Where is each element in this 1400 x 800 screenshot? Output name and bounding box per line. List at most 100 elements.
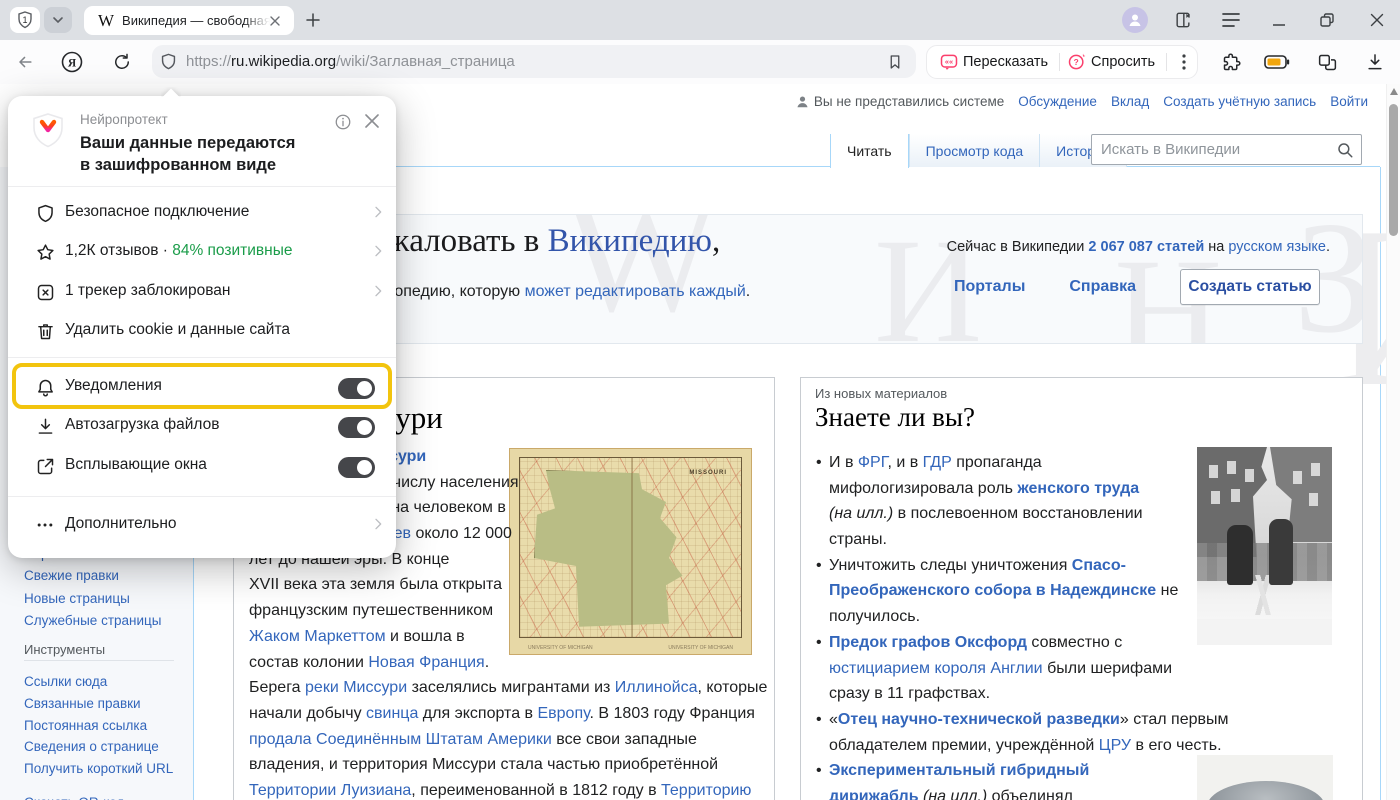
- downloads-icon[interactable]: [1362, 49, 1388, 75]
- sidebar-link[interactable]: Новые страницы: [24, 591, 182, 607]
- portals-link[interactable]: Порталы: [954, 278, 1025, 296]
- wiki-link[interactable]: может редактировать каждый: [525, 283, 746, 300]
- wiki-link[interactable]: Иллинойса: [615, 679, 698, 696]
- scroll-up-arrow[interactable]: [1390, 88, 1398, 95]
- ask-button[interactable]: Спросить: [1091, 54, 1155, 70]
- article-line: продала Соединённым Штатам Америки все с…: [249, 727, 767, 753]
- bookmarks-panel-icon[interactable]: [1170, 7, 1196, 33]
- menu-icon[interactable]: [1218, 7, 1244, 33]
- wikipedia-link[interactable]: Википедию: [548, 223, 712, 259]
- create-article-button[interactable]: Создать статью: [1180, 269, 1320, 305]
- wiki-link[interactable]: Европу: [537, 705, 589, 722]
- wiki-link[interactable]: Экспериментальный гибридный: [829, 762, 1089, 779]
- maximize-button[interactable]: [1314, 7, 1340, 33]
- sidebar-link[interactable]: Постоянная ссылка: [24, 718, 182, 734]
- summarize-button[interactable]: Пересказать: [963, 54, 1048, 70]
- tab-close-icon[interactable]: [270, 16, 280, 26]
- sidebar-link[interactable]: Служебные страницы: [24, 613, 182, 629]
- article-line: XVII века эта земля была открыта: [249, 572, 767, 598]
- reload-button[interactable]: [109, 49, 135, 75]
- popup-brand: Нейропротект: [80, 112, 168, 127]
- wiki-link[interactable]: реки Миссури: [305, 679, 407, 696]
- address-bar[interactable]: https://ru.wikipedia.org/wiki/Заглавная_…: [152, 45, 916, 78]
- wiki-link[interactable]: ЦРУ: [1099, 737, 1131, 754]
- popup-row[interactable]: 1 трекер заблокирован: [8, 273, 396, 312]
- ai-more-button[interactable]: [1182, 54, 1186, 70]
- popup-row-more[interactable]: Дополнительно: [8, 506, 396, 545]
- popup-row-label: 1 трекер заблокирован: [65, 282, 230, 300]
- tabs-counter-button[interactable]: 1: [10, 7, 40, 33]
- page-view-tabs: ЧитатьПросмотр кодаИстория: [830, 134, 1127, 167]
- wiki-link[interactable]: ГДР: [923, 454, 952, 471]
- sidebar-link[interactable]: Скачать QR-код: [24, 795, 182, 800]
- personal-link[interactable]: Создать учётную запись: [1163, 94, 1316, 109]
- personal-link[interactable]: Вклад: [1111, 94, 1149, 109]
- info-icon[interactable]: [334, 113, 352, 131]
- welcome-banner: WИНЗ Добро пожаловать в Википедию, свобо…: [233, 214, 1363, 344]
- dyk-item: Предок графов Оксфорд совместно сюстициа…: [829, 630, 1229, 707]
- sidebar-link[interactable]: Получить короткий URL: [24, 761, 182, 777]
- popup-row[interactable]: Удалить cookie и данные сайта: [8, 312, 396, 351]
- wiki-link[interactable]: Территории Луизиана: [249, 782, 411, 799]
- browser-tab[interactable]: W Википедия — свободная энц: [84, 6, 294, 35]
- sidebar-link[interactable]: Связанные правки: [24, 696, 182, 712]
- chevron-down-icon: [52, 14, 64, 26]
- new-tab-button[interactable]: [300, 7, 326, 33]
- tab-strip: 1 W Википедия — свободная энц: [0, 0, 1400, 40]
- popup-close-icon[interactable]: [364, 113, 380, 129]
- wiki-search-input[interactable]: [1092, 141, 1336, 158]
- banner-actions: Порталы Справка Создать статью: [954, 269, 1320, 305]
- tabs-dropdown-button[interactable]: [44, 7, 72, 33]
- wiki-link[interactable]: 2 067 087 статей: [1088, 239, 1204, 255]
- popup-row[interactable]: 1,2К отзывов · 84% позитивные: [8, 233, 396, 272]
- toggle-label: Автозагрузка файлов: [65, 416, 219, 434]
- wiki-link[interactable]: Преображенского собора в Надеждинске: [829, 582, 1156, 599]
- wiki-link[interactable]: русском языке: [1228, 239, 1326, 255]
- wiki-link[interactable]: Отец научно-технической разведки: [838, 711, 1120, 728]
- search-icon[interactable]: [1336, 141, 1354, 159]
- dyk-item: «Отец научно-технической разведки» стал …: [829, 707, 1229, 758]
- wiki-link[interactable]: дирижабль: [829, 788, 919, 800]
- profile-avatar[interactable]: [1122, 7, 1148, 33]
- toggle-switch[interactable]: [338, 417, 375, 438]
- personal-link[interactable]: Обсуждение: [1018, 94, 1097, 109]
- wiki-link[interactable]: Новая Франция: [368, 654, 484, 671]
- wiki-link[interactable]: свинца: [366, 705, 418, 722]
- wiki-link[interactable]: продала Соединённым Штатам Америки: [249, 731, 552, 748]
- bookmark-icon[interactable]: [882, 49, 908, 75]
- rubble-women-photo[interactable]: [1197, 447, 1332, 645]
- popup-toggle-row-Автозагрузка файлов[interactable]: Автозагрузка файлов: [8, 407, 396, 446]
- popup-row[interactable]: Безопасное подключение: [8, 194, 396, 233]
- wiki-link[interactable]: Спасо-: [1072, 557, 1126, 574]
- wiki-link[interactable]: юстициарием короля Англии: [829, 660, 1043, 677]
- sidebar-link[interactable]: Сведения о странице: [24, 739, 182, 755]
- wiki-link[interactable]: женского труда: [1017, 480, 1139, 497]
- extensions-icon[interactable]: [1218, 49, 1244, 75]
- wiki-link[interactable]: Жаком Маркеттом: [249, 628, 386, 645]
- collections-icon[interactable]: [1314, 49, 1340, 75]
- yandex-search-icon[interactable]: Я: [59, 49, 85, 75]
- ai-actions-group: «« Пересказать ? Спросить: [926, 45, 1198, 79]
- wiki-link[interactable]: Предок графов Оксфорд: [829, 634, 1027, 651]
- close-window-button[interactable]: [1364, 7, 1390, 33]
- sidebar-link[interactable]: Ссылки сюда: [24, 674, 182, 690]
- toggle-switch[interactable]: [338, 457, 375, 478]
- scrollbar-thumb[interactable]: [1389, 104, 1398, 236]
- minimize-button[interactable]: [1266, 7, 1292, 33]
- popup-toggle-row-Всплывающие окна[interactable]: Всплывающие окна: [8, 447, 396, 486]
- view-tab-active[interactable]: Читать: [830, 134, 909, 168]
- wiki-link[interactable]: Территорию: [661, 782, 751, 799]
- notifications-highlight: [12, 363, 392, 409]
- site-protection-shield-icon[interactable]: [159, 52, 178, 71]
- wiki-link[interactable]: ФРГ: [858, 454, 888, 471]
- view-tab-link[interactable]: Просмотр кода: [909, 134, 1040, 167]
- back-button[interactable]: [12, 49, 38, 75]
- anon-user-label: Вы не представились системе: [814, 94, 1004, 109]
- help-link[interactable]: Справка: [1069, 278, 1136, 296]
- battery-saver-icon[interactable]: [1264, 49, 1290, 75]
- sidebar-link[interactable]: Свежие правки: [24, 568, 182, 584]
- personal-link[interactable]: Войти: [1330, 94, 1368, 109]
- wiki-search[interactable]: [1091, 134, 1362, 165]
- page-scrollbar[interactable]: [1386, 84, 1400, 800]
- airship-photo[interactable]: [1197, 755, 1333, 800]
